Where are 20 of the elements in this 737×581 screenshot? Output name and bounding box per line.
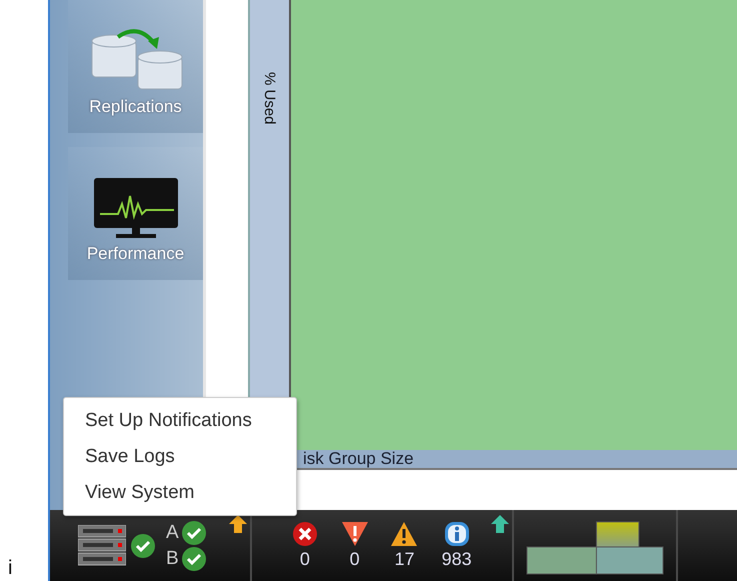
alert-count: 17	[394, 549, 414, 570]
monitor-icon	[92, 176, 180, 240]
controller-label: B	[166, 548, 179, 570]
up-arrow-icon[interactable]	[228, 514, 248, 534]
server-icon	[78, 524, 126, 566]
error-icon	[292, 521, 318, 547]
alert-count: 0	[350, 549, 360, 570]
menu-item[interactable]: View System	[64, 475, 296, 511]
y-axis-label: % Used	[261, 72, 278, 125]
alert-count: 983	[442, 549, 472, 570]
up-arrow-icon[interactable]	[490, 514, 510, 534]
warning-icon	[390, 521, 418, 547]
x-axis-label: isk Group Size	[303, 449, 414, 469]
alert-count: 0	[300, 549, 310, 570]
menu-item[interactable]: Save Logs	[64, 439, 296, 475]
controller-label: A	[166, 522, 179, 544]
exclamation-icon	[340, 521, 369, 547]
edge-text: i	[8, 557, 12, 579]
info-icon	[444, 521, 470, 547]
menu-item[interactable]: Set Up Notifications	[64, 403, 296, 439]
